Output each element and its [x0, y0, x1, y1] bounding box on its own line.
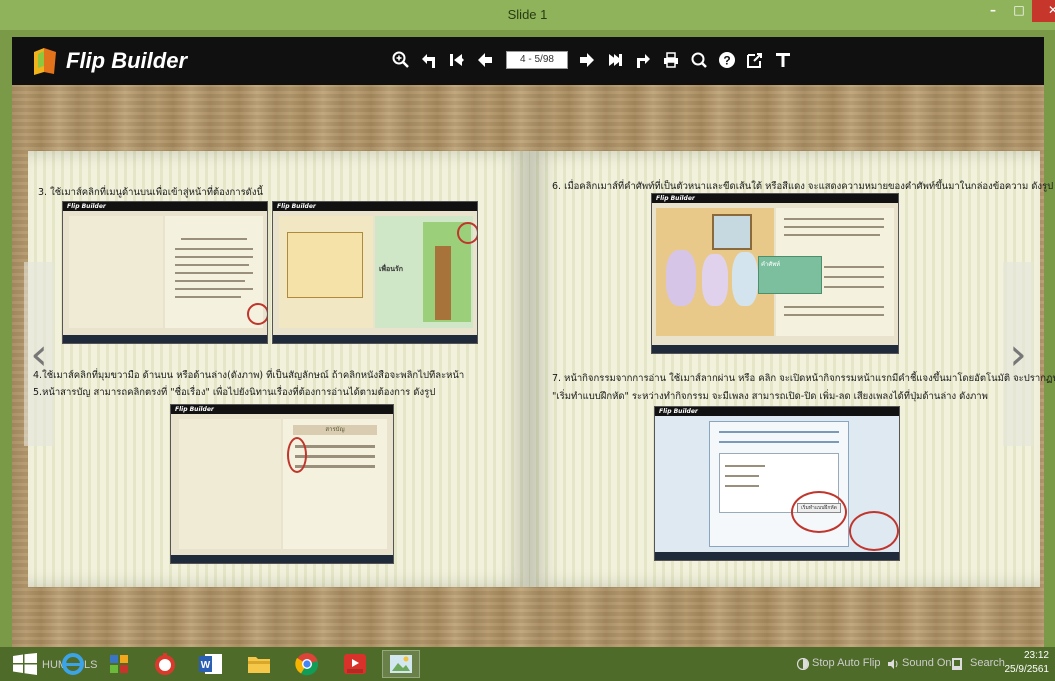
apps-grid-icon[interactable]	[104, 650, 134, 678]
step-3-text: 3. ใช้เมาส์คลิกที่เมนูด้านบนเพื่อเข้าสู่…	[38, 187, 263, 198]
screenshot-story-page: Flip Builder เพื่อนรัก	[272, 201, 478, 344]
step-7-text: 7. หน้ากิจกรรมจากการอ่าน ใช้เมาส์ลากผ่าน…	[552, 373, 1055, 384]
toolbar-buttons: 4 - 5/98 ?	[390, 49, 800, 71]
clock-time: 23:12	[1023, 650, 1049, 661]
next-page-arrow[interactable]: ›	[1003, 262, 1033, 446]
brand-logo: Flip Builder	[32, 46, 187, 76]
chrome-icon[interactable]	[292, 650, 322, 678]
page-number-input[interactable]: 4 - 5/98	[506, 51, 568, 69]
screenshot-open-book: Flip Builder	[62, 201, 268, 344]
next-page-icon[interactable]	[576, 49, 598, 71]
prev-page-icon[interactable]	[474, 49, 496, 71]
screenshot-table-of-contents: Flip Builder สารบัญ	[170, 404, 394, 564]
book-logo-icon	[32, 46, 58, 76]
svg-text:?: ?	[723, 54, 730, 68]
windows-taskbar: HUM LS W Stop Auto Flip Sound On Search …	[0, 647, 1055, 681]
media-player-icon[interactable]	[340, 650, 370, 678]
zoom-in-icon[interactable]	[390, 49, 412, 71]
sound-icon[interactable]	[886, 650, 900, 678]
step-6-text: 6. เมื่อคลิกเมาส์ที่คำศัพท์ที่เป็นตัวหนา…	[552, 181, 1054, 192]
brand-name: Flip Builder	[66, 48, 187, 73]
step-7-text-continued: "เริ่มทำแบบฝึกหัด" ระหว่างทำกิจกรรม จะมี…	[552, 391, 988, 402]
start-button[interactable]	[8, 650, 42, 678]
maximize-button[interactable]: □	[1006, 0, 1032, 22]
search-label[interactable]: Search	[970, 657, 1005, 669]
print-icon[interactable]	[660, 49, 682, 71]
help-icon[interactable]: ?	[716, 49, 738, 71]
minimize-button[interactable]: –	[980, 0, 1006, 22]
sound-on-label[interactable]: Sound On	[902, 657, 952, 669]
last-page-icon[interactable]	[604, 49, 626, 71]
export-icon[interactable]	[744, 49, 766, 71]
step-4-text: 4.ใช้เมาส์คลิกที่มุมขวามือ ด้านบน หรือด้…	[33, 370, 465, 381]
window-title: Slide 1	[507, 7, 548, 22]
search-icon[interactable]	[688, 49, 710, 71]
word-icon[interactable]: W	[196, 650, 226, 678]
window-controls: – □ ✕	[980, 0, 1055, 22]
stop-auto-flip-label[interactable]: Stop Auto Flip	[812, 657, 881, 669]
close-button[interactable]: ✕	[1032, 0, 1055, 22]
clock-date: 25/9/2561	[1004, 664, 1050, 675]
flipbook-toolbar: Flip Builder 4 - 5/98 ?	[12, 37, 1044, 85]
system-clock[interactable]: 23:12 25/9/2561	[1005, 649, 1050, 677]
window-titlebar: Slide 1 – □ ✕	[0, 0, 1055, 30]
timer-app-icon[interactable]	[150, 650, 180, 678]
first-page-icon[interactable]	[446, 49, 468, 71]
screenshot-vocabulary-popup: Flip Builder คำศัพท์	[651, 193, 899, 354]
prev-page-arrow[interactable]: ‹	[24, 262, 54, 446]
taskbar-text-ls: LS	[84, 659, 98, 671]
flag-icon[interactable]	[950, 650, 964, 678]
text-icon[interactable]	[772, 49, 794, 71]
back-icon[interactable]	[418, 49, 440, 71]
stop-auto-flip-icon[interactable]	[796, 650, 810, 678]
file-explorer-icon[interactable]	[244, 650, 274, 678]
step-5-text: 5.หน้าสารบัญ สามารถคลิกตรงที่ "ชื่อเรื่อ…	[33, 387, 436, 398]
screenshot-exercise-page: Flip Builder เริ่มทำแบบฝึกหัด	[654, 406, 900, 561]
flipbook-app-icon[interactable]	[382, 650, 420, 678]
share-icon[interactable]	[632, 49, 654, 71]
svg-text:W: W	[201, 660, 211, 671]
